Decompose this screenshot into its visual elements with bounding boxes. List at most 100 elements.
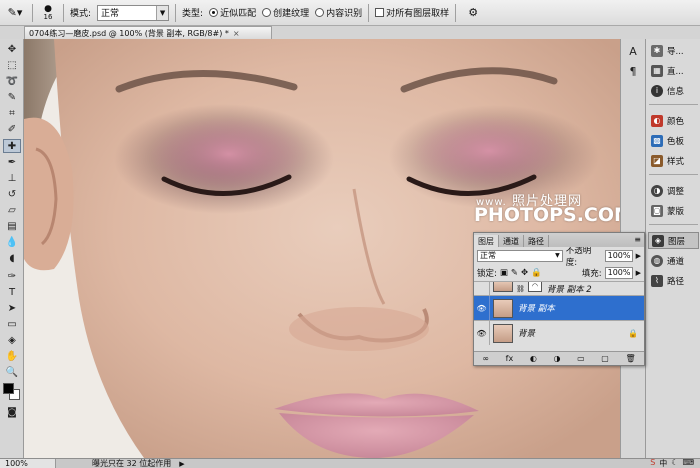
pressure-brush-icon[interactable]: ⚙ xyxy=(462,3,484,23)
clone-stamp-tool-icon[interactable]: ⊥ xyxy=(3,171,21,185)
layer-row[interactable]: 👁 背景 🔒 xyxy=(474,320,644,345)
paths-icon: ⌇ xyxy=(651,274,663,287)
fill-input[interactable]: 100% xyxy=(604,266,633,279)
document-tab[interactable]: 0704练习—磨皮.psd @ 100% (背景 副本, RGB/8#) * × xyxy=(24,26,272,39)
dock-item-color[interactable]: ◐ 颜色 xyxy=(648,112,699,129)
layers-icon: ◈ xyxy=(652,234,664,247)
opacity-slider-icon[interactable]: ▶ xyxy=(636,252,641,260)
dock-item-channels[interactable]: ◍ 通道 xyxy=(648,252,699,269)
blend-mode-select[interactable]: 正常 ▼ xyxy=(477,249,563,262)
gradient-tool-icon[interactable]: ▤ xyxy=(3,219,21,233)
close-icon[interactable]: × xyxy=(233,29,240,38)
dock-item-styles[interactable]: ◪ 样式 xyxy=(648,152,699,169)
pen-tool-icon[interactable]: ✑ xyxy=(3,269,21,283)
brush-size-picker[interactable]: ● 16 xyxy=(39,3,57,23)
tray-moon-icon[interactable]: ☾ xyxy=(671,458,678,468)
mode-select[interactable]: 正常 ▼ xyxy=(97,4,170,21)
3d-tool-icon[interactable]: ◈ xyxy=(3,333,21,347)
dock-item-masks[interactable]: ◙ 蒙版 xyxy=(648,202,699,219)
foreground-color-swatch[interactable] xyxy=(3,383,14,394)
crop-tool-icon[interactable]: ⌗ xyxy=(3,106,21,120)
blur-tool-icon[interactable]: 💧 xyxy=(3,235,21,249)
lock-image-icon[interactable]: ✎ xyxy=(511,268,518,278)
healing-brush-tool-icon[interactable]: ✚ xyxy=(3,139,21,153)
divider xyxy=(63,3,64,22)
lock-transparent-icon[interactable]: ▣ xyxy=(500,268,508,278)
move-tool-icon[interactable]: ✥ xyxy=(3,42,21,56)
group-icon[interactable]: ▭ xyxy=(577,354,585,363)
layer-row-selected[interactable]: 👁 背景 副本 xyxy=(474,295,644,320)
visibility-toggle[interactable] xyxy=(474,282,490,295)
swatches-icon: ▩ xyxy=(651,134,663,147)
type-option-label: 内容识别 xyxy=(326,9,363,19)
character-panel-icon[interactable]: A xyxy=(625,43,641,59)
history-brush-tool-icon[interactable]: ↺ xyxy=(3,187,21,201)
layer-style-icon[interactable]: fx xyxy=(506,354,514,363)
eye-icon[interactable]: 👁 xyxy=(474,321,490,345)
sample-all-layers-checkbox[interactable]: 对所有图层取样 xyxy=(375,6,449,19)
lock-all-icon[interactable]: 🔒 xyxy=(531,268,542,278)
blend-row: 正常 ▼ 不透明度: 100% ▶ xyxy=(474,246,644,268)
panel-menu-icon[interactable]: ≡ xyxy=(634,235,641,244)
styles-icon: ◪ xyxy=(651,154,663,167)
watermark-en: PHOTOPS.COM xyxy=(474,204,620,226)
fill-label: 填充: xyxy=(581,268,602,279)
eraser-tool-icon[interactable]: ▱ xyxy=(3,203,21,217)
tab-channels[interactable]: 通道 xyxy=(499,235,524,247)
dodge-tool-icon[interactable]: ◖ xyxy=(3,251,21,265)
layers-panel: 图层 通道 路径 ≡ 正常 ▼ 不透明度: 100% ▶ 锁定: ▣ ✎ ✥ 🔒… xyxy=(473,232,645,366)
add-mask-icon[interactable]: ◐ xyxy=(530,354,537,363)
type-radio-proximity[interactable]: 近似匹配 xyxy=(209,6,256,19)
dock-item-info[interactable]: i 信息 xyxy=(648,82,699,99)
lock-label: 锁定: xyxy=(477,268,497,279)
link-icon: ⛓ xyxy=(516,284,525,293)
quick-select-tool-icon[interactable]: ✎ xyxy=(3,90,21,104)
mode-value: 正常 xyxy=(101,9,120,19)
tab-paths[interactable]: 路径 xyxy=(524,235,549,247)
document-title: 0704练习—磨皮.psd @ 100% (背景 副本, RGB/8#) * xyxy=(29,28,229,38)
dock-item-swatches[interactable]: ▩ 色板 xyxy=(648,132,699,149)
new-layer-icon[interactable]: ▢ xyxy=(601,354,609,363)
zoom-level[interactable]: 100% xyxy=(0,459,56,468)
path-select-tool-icon[interactable]: ➤ xyxy=(3,301,21,315)
dock-item-layers[interactable]: ◈ 图层 xyxy=(648,232,699,249)
lock-row: 锁定: ▣ ✎ ✥ 🔒 填充: 100% ▶ xyxy=(474,264,644,281)
dock-item-navigator[interactable]: ✱ 导... xyxy=(648,42,699,59)
opacity-input[interactable]: 100% xyxy=(604,249,633,262)
type-radio-texture[interactable]: 创建纹理 xyxy=(262,6,309,19)
tab-layers[interactable]: 图层 xyxy=(474,235,499,247)
lock-position-icon[interactable]: ✥ xyxy=(521,268,528,278)
type-tool-icon[interactable]: T xyxy=(3,285,21,299)
blend-mode-value: 正常 xyxy=(480,251,496,260)
divider xyxy=(175,3,177,22)
dock-item-label: 调整 xyxy=(667,186,685,197)
paragraph-panel-icon[interactable]: ¶ xyxy=(625,63,641,79)
tray-keyboard-icon[interactable]: ⌨ xyxy=(682,458,694,468)
eye-icon[interactable]: 👁 xyxy=(474,296,490,320)
layer-row[interactable]: ⛓ ◠ 背景 副本 2 xyxy=(474,281,644,295)
marquee-tool-icon[interactable]: ⬚ xyxy=(3,58,21,72)
dock-item-adjustments[interactable]: ◑ 调整 xyxy=(648,182,699,199)
navigator-icon: ✱ xyxy=(651,44,663,57)
healing-brush-preset-icon[interactable]: ✎▾ xyxy=(4,3,26,23)
lasso-tool-icon[interactable]: ➰ xyxy=(3,74,21,88)
brush-tool-icon[interactable]: ✒ xyxy=(3,155,21,169)
type-radio-content-aware[interactable]: 内容识别 xyxy=(315,6,362,19)
dock-item-histogram[interactable]: ▦ 直... xyxy=(648,62,699,79)
quick-mask-icon[interactable]: ◙ xyxy=(3,405,21,419)
hand-tool-icon[interactable]: ✋ xyxy=(3,349,21,363)
chevron-right-icon[interactable]: ▶ xyxy=(179,460,184,468)
dock-item-label: 通道 xyxy=(667,256,685,267)
adjustment-layer-icon[interactable]: ◑ xyxy=(553,354,560,363)
dock-item-paths[interactable]: ⌇ 路径 xyxy=(648,272,699,289)
shape-tool-icon[interactable]: ▭ xyxy=(3,317,21,331)
chevron-down-icon: ▼ xyxy=(555,252,560,259)
tray-app-icon[interactable]: S xyxy=(650,458,655,468)
tray-input-icon[interactable]: 中 xyxy=(659,458,667,468)
zoom-tool-icon[interactable]: 🔍 xyxy=(3,365,21,379)
eyedropper-tool-icon[interactable]: ✐ xyxy=(3,122,21,136)
link-layers-icon[interactable]: ∞ xyxy=(482,354,489,363)
layer-thumbnail xyxy=(493,282,513,292)
trash-icon[interactable]: 🗑 xyxy=(625,354,635,363)
fill-slider-icon[interactable]: ▶ xyxy=(636,269,641,277)
